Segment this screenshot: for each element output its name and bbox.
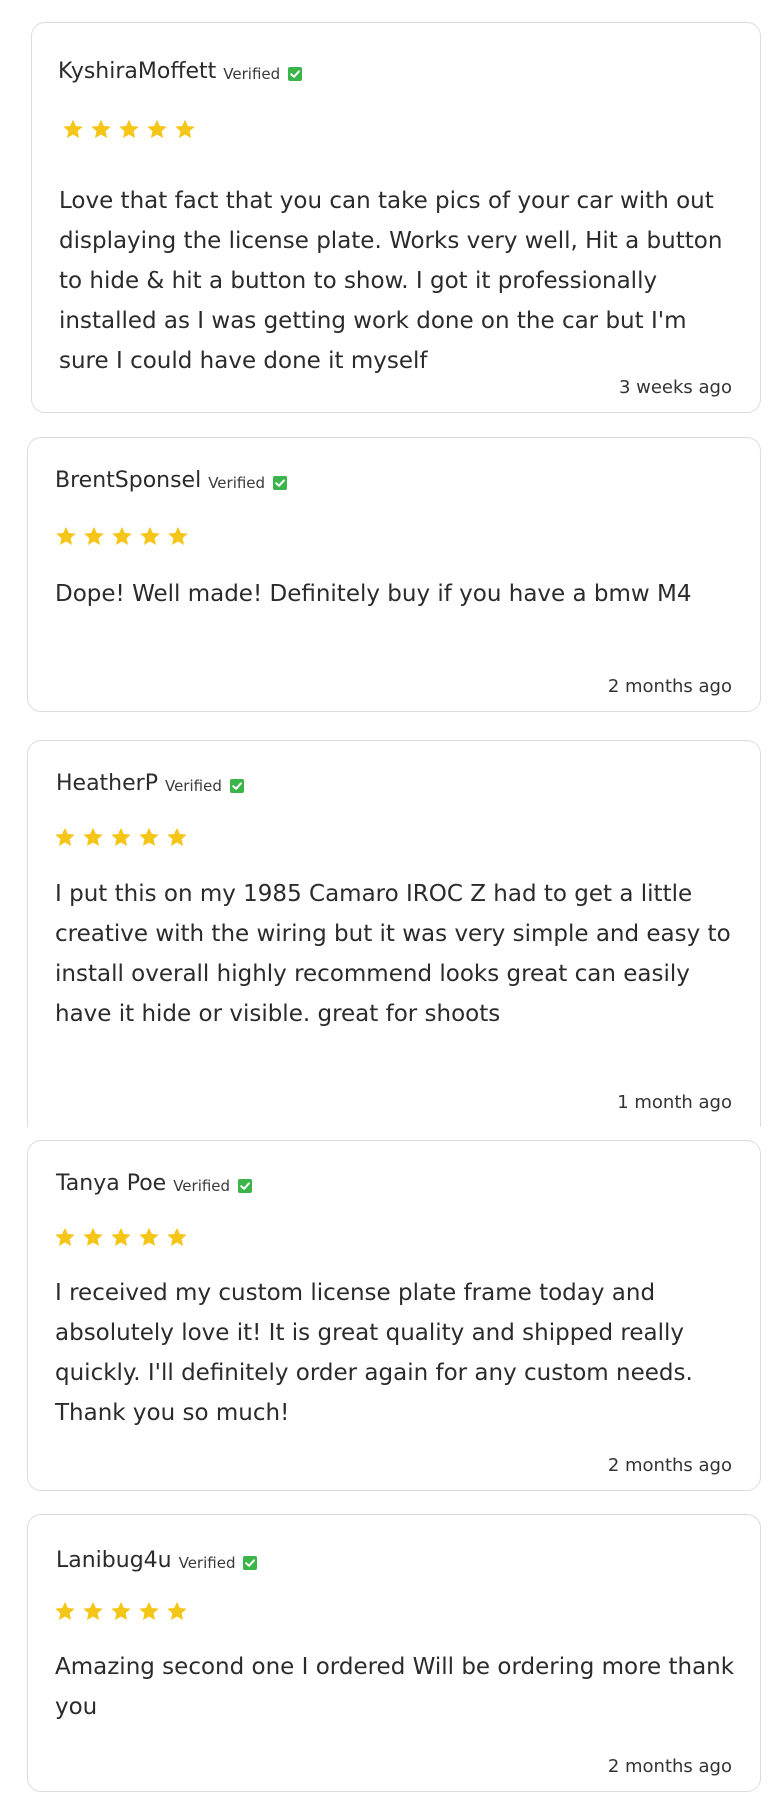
- star-rating: [54, 1227, 194, 1248]
- star-icon: [82, 1601, 104, 1622]
- star-icon: [166, 1227, 188, 1248]
- review-header: HeatherP Verified: [56, 771, 244, 796]
- verified-label: Verified: [208, 473, 266, 492]
- verified-checkbox-icon: [238, 1178, 253, 1193]
- star-rating: [54, 1601, 194, 1622]
- review-card: HeatherP Verified I put this on my 1985 …: [27, 740, 761, 1127]
- review-date: 2 months ago: [607, 1756, 732, 1777]
- star-icon: [82, 827, 104, 848]
- star-icon: [110, 1601, 132, 1622]
- star-icon: [62, 119, 84, 140]
- star-rating: [62, 119, 202, 140]
- star-icon: [118, 119, 140, 140]
- star-icon: [82, 1227, 104, 1248]
- verified-label: Verified: [164, 776, 222, 795]
- star-icon: [174, 119, 196, 140]
- review-text: Dope! Well made! Definitely buy if you h…: [55, 581, 692, 607]
- star-icon: [54, 1227, 76, 1248]
- verified-checkbox-icon: [273, 475, 288, 490]
- star-icon: [138, 827, 160, 848]
- star-icon: [83, 526, 105, 547]
- reviewer-name[interactable]: Tanya Poe: [56, 1171, 166, 1196]
- review-header: Lanibug4u Verified: [56, 1548, 258, 1573]
- reviewer-name[interactable]: Lanibug4u: [56, 1548, 172, 1573]
- reviewer-name[interactable]: BrentSponsel: [55, 468, 201, 493]
- star-icon: [110, 827, 132, 848]
- star-icon: [166, 1601, 188, 1622]
- review-date: 1 month ago: [617, 1092, 732, 1113]
- star-icon: [146, 119, 168, 140]
- verified-checkbox-icon: [229, 778, 244, 793]
- review-header: BrentSponsel Verified: [55, 468, 288, 493]
- review-date: 2 months ago: [607, 1455, 732, 1476]
- verified-label: Verified: [223, 64, 281, 83]
- review-text: Amazing second one I ordered Will be ord…: [55, 1654, 735, 1720]
- review-date: 3 weeks ago: [618, 377, 732, 398]
- star-icon: [54, 1601, 76, 1622]
- review-card: Lanibug4u Verified Amazing second one I …: [27, 1514, 761, 1792]
- star-icon: [55, 526, 77, 547]
- verified-checkbox-icon: [288, 66, 303, 81]
- review-card: KyshiraMoffett Verified Love that fact t…: [31, 22, 761, 413]
- review-text: I put this on my 1985 Camaro IROC Z had …: [55, 881, 731, 1027]
- star-icon: [111, 526, 133, 547]
- star-icon: [138, 1601, 160, 1622]
- star-rating: [55, 526, 195, 547]
- verified-label: Verified: [173, 1176, 231, 1195]
- reviewer-name[interactable]: KyshiraMoffett: [58, 59, 216, 84]
- review-header: Tanya Poe Verified: [56, 1171, 253, 1196]
- review-date: 2 months ago: [607, 676, 732, 697]
- review-header: KyshiraMoffett Verified: [58, 59, 303, 84]
- review-card: BrentSponsel Verified Dope! Well made! D…: [27, 437, 761, 712]
- star-icon: [138, 1227, 160, 1248]
- star-icon: [166, 827, 188, 848]
- reviewer-name[interactable]: HeatherP: [56, 771, 158, 796]
- verified-checkbox-icon: [243, 1555, 258, 1570]
- star-icon: [90, 119, 112, 140]
- review-text: Love that fact that you can take pics of…: [59, 188, 723, 374]
- review-text: I received my custom license plate frame…: [55, 1280, 693, 1426]
- verified-label: Verified: [178, 1553, 236, 1572]
- star-icon: [110, 1227, 132, 1248]
- star-icon: [139, 526, 161, 547]
- star-icon: [54, 827, 76, 848]
- review-card: Tanya Poe Verified I received my custom …: [27, 1140, 761, 1491]
- star-rating: [54, 827, 194, 848]
- star-icon: [167, 526, 189, 547]
